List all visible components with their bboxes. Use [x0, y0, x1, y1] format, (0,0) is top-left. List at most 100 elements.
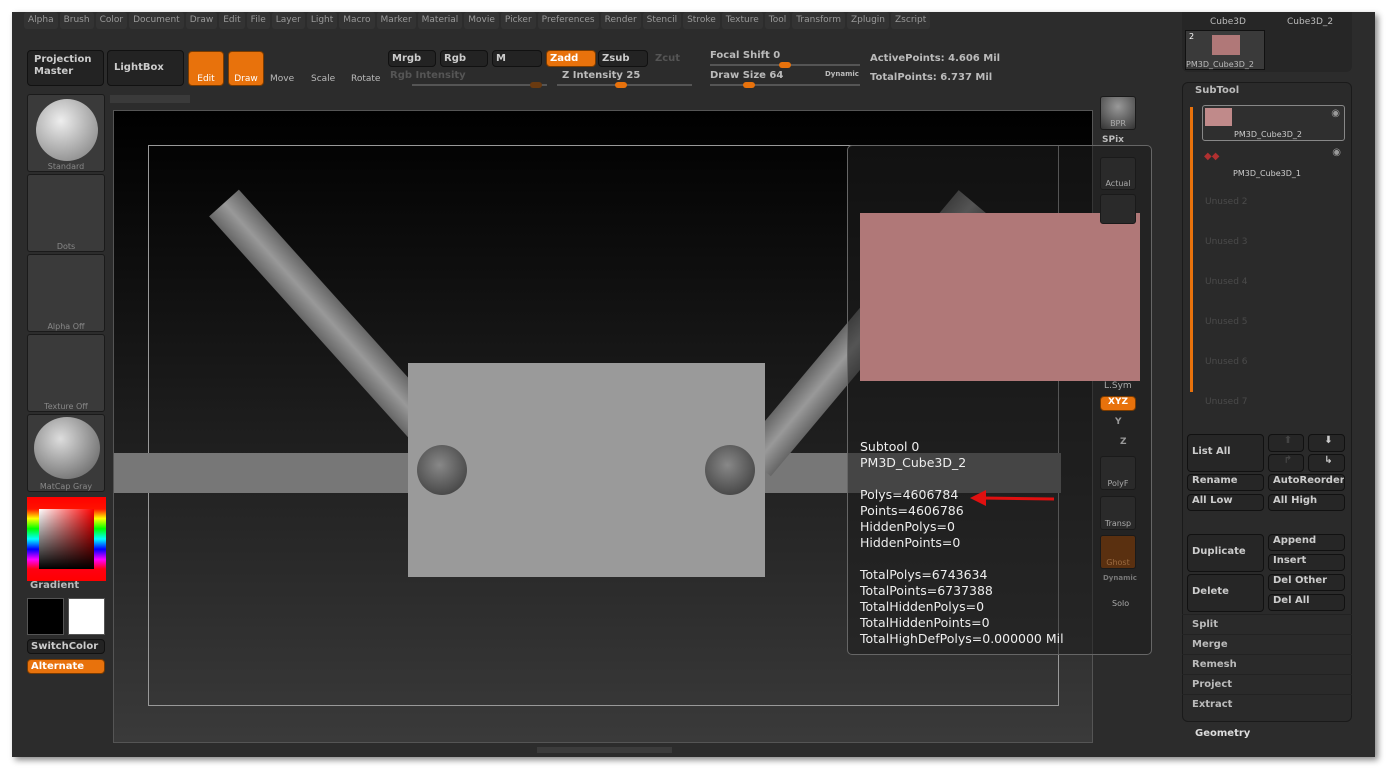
draw-button[interactable]: Draw	[228, 51, 264, 86]
aahalf-button[interactable]	[1100, 194, 1136, 224]
edit-button[interactable]: Edit	[188, 51, 224, 86]
menu-light[interactable]: Light	[306, 12, 338, 29]
del-all-button[interactable]: Del All	[1268, 594, 1345, 611]
gradient-label[interactable]: Gradient	[30, 580, 79, 591]
focal-shift-slider[interactable]	[710, 62, 860, 68]
subtool-scrollbar[interactable]	[1190, 107, 1193, 392]
eye-icon[interactable]: ◉	[1331, 108, 1340, 119]
unused-slot[interactable]: Unused 4	[1205, 277, 1248, 287]
menu-color[interactable]: Color	[95, 12, 128, 29]
del-other-button[interactable]: Del Other	[1268, 574, 1345, 591]
unused-slot[interactable]: Unused 6	[1205, 357, 1248, 367]
zadd-button[interactable]: Zadd	[546, 50, 596, 67]
duplicate-button[interactable]: Duplicate	[1187, 534, 1264, 572]
tool-pm3d-cube3d-2[interactable]: 2 PM3D_Cube3D_2	[1185, 30, 1265, 70]
scale-button[interactable]: Scale	[311, 74, 335, 84]
menu-marker[interactable]: Marker	[376, 12, 416, 29]
z-symmetry-button[interactable]: Z	[1120, 437, 1127, 447]
m-button[interactable]: M	[492, 50, 542, 67]
insert-button[interactable]: Insert	[1268, 554, 1345, 571]
extract-section[interactable]: Extract	[1182, 694, 1352, 714]
move-down-arrow-icon[interactable]: ↳	[1308, 454, 1345, 472]
eye-icon[interactable]: ◉	[1332, 147, 1341, 158]
remesh-section[interactable]: Remesh	[1182, 654, 1352, 674]
project-section[interactable]: Project	[1182, 674, 1352, 694]
xyz-symmetry-button[interactable]: XYZ	[1100, 396, 1136, 411]
menu-zplugin[interactable]: Zplugin	[847, 12, 890, 29]
tool-cube3d[interactable]: Cube3D	[1210, 17, 1246, 27]
subtool-item-selected[interactable]: PM3D_Cube3D_2 ◉	[1202, 105, 1345, 141]
lightbox-button[interactable]: LightBox	[107, 50, 184, 86]
transp-button[interactable]: Transp	[1100, 496, 1136, 530]
menu-layer[interactable]: Layer	[271, 12, 305, 29]
bottom-tray-handle[interactable]	[537, 747, 672, 753]
move-up-arrow-icon[interactable]: ↱	[1268, 454, 1304, 472]
move-down-button[interactable]: ⬇	[1308, 434, 1345, 452]
append-button[interactable]: Append	[1268, 534, 1345, 551]
spix-slider[interactable]: SPix	[1102, 135, 1124, 145]
menu-picker[interactable]: Picker	[500, 12, 536, 29]
split-section[interactable]: Split	[1182, 614, 1352, 634]
unused-slot[interactable]: Unused 5	[1205, 317, 1248, 327]
alternate-button[interactable]: Alternate	[27, 659, 105, 674]
menu-material[interactable]: Material	[417, 12, 463, 29]
all-high-button[interactable]: All High	[1268, 494, 1345, 511]
delete-button[interactable]: Delete	[1187, 574, 1264, 612]
menu-texture[interactable]: Texture	[721, 12, 763, 29]
main-color-swatch[interactable]	[27, 598, 64, 635]
unused-slot[interactable]: Unused 3	[1205, 237, 1248, 247]
bpr-button[interactable]: BPR	[1100, 96, 1136, 130]
menu-stencil[interactable]: Stencil	[642, 12, 682, 29]
solo-button[interactable]: Solo	[1112, 599, 1129, 608]
menu-brush[interactable]: Brush	[59, 12, 94, 29]
alpha-picker[interactable]: Alpha Off	[27, 254, 105, 332]
mrgb-button[interactable]: Mrgb	[388, 50, 436, 67]
zsub-button[interactable]: Zsub	[598, 50, 648, 67]
merge-section[interactable]: Merge	[1182, 634, 1352, 654]
polyf-button[interactable]: PolyF	[1100, 456, 1136, 490]
rename-button[interactable]: Rename	[1187, 474, 1264, 491]
texture-picker[interactable]: Texture Off	[27, 334, 105, 412]
dynamic-toggle[interactable]: Dynamic	[825, 70, 859, 78]
draw-size-slider[interactable]	[710, 82, 860, 88]
menu-alpha[interactable]: Alpha	[24, 12, 58, 29]
actual-button[interactable]: Actual	[1100, 157, 1136, 190]
rotate-button[interactable]: Rotate	[351, 74, 380, 84]
list-all-button[interactable]: List All	[1187, 434, 1264, 472]
ghost-button[interactable]: Ghost	[1100, 535, 1136, 569]
menu-transform[interactable]: Transform	[792, 12, 845, 29]
autoreorder-button[interactable]: AutoReorder	[1268, 474, 1345, 491]
unused-slot[interactable]: Unused 2	[1205, 197, 1248, 207]
color-picker[interactable]	[27, 497, 106, 581]
move-button[interactable]: Move	[270, 74, 294, 84]
menu-file[interactable]: File	[246, 12, 270, 29]
menu-movie[interactable]: Movie	[464, 12, 499, 29]
menu-draw[interactable]: Draw	[185, 12, 218, 29]
geometry-section[interactable]: Geometry	[1195, 728, 1250, 739]
y-symmetry-button[interactable]: Y	[1115, 417, 1122, 427]
menu-macro[interactable]: Macro	[339, 12, 375, 29]
stroke-picker[interactable]: Dots	[27, 174, 105, 252]
menu-document[interactable]: Document	[129, 12, 184, 29]
z-intensity-slider[interactable]	[557, 82, 692, 88]
subtool-title[interactable]: SubTool	[1195, 85, 1239, 96]
menu-edit[interactable]: Edit	[219, 12, 245, 29]
rgb-intensity-slider[interactable]	[412, 82, 547, 88]
rgb-button[interactable]: Rgb	[440, 50, 488, 67]
menu-render[interactable]: Render	[600, 12, 641, 29]
zcut-button[interactable]: Zcut	[655, 53, 680, 64]
canvas-scrollbar[interactable]	[110, 95, 190, 103]
menu-tool[interactable]: Tool	[764, 12, 791, 29]
move-up-button[interactable]: ⬆	[1268, 434, 1304, 452]
material-picker[interactable]: MatCap Gray	[27, 414, 105, 492]
projection-master-button[interactable]: Projection Master	[27, 50, 104, 86]
secondary-color-swatch[interactable]	[68, 598, 105, 635]
unused-slot[interactable]: Unused 7	[1205, 397, 1248, 407]
subtool-item[interactable]: ◆◆ PM3D_Cube3D_1 ◉	[1202, 145, 1345, 181]
menu-preferences[interactable]: Preferences	[537, 12, 599, 29]
menu-zscript[interactable]: Zscript	[891, 12, 931, 29]
menu-stroke[interactable]: Stroke	[683, 12, 720, 29]
switch-color-button[interactable]: SwitchColor	[27, 639, 105, 654]
all-low-button[interactable]: All Low	[1187, 494, 1264, 511]
tool-cube3d-2[interactable]: Cube3D_2	[1287, 17, 1333, 27]
